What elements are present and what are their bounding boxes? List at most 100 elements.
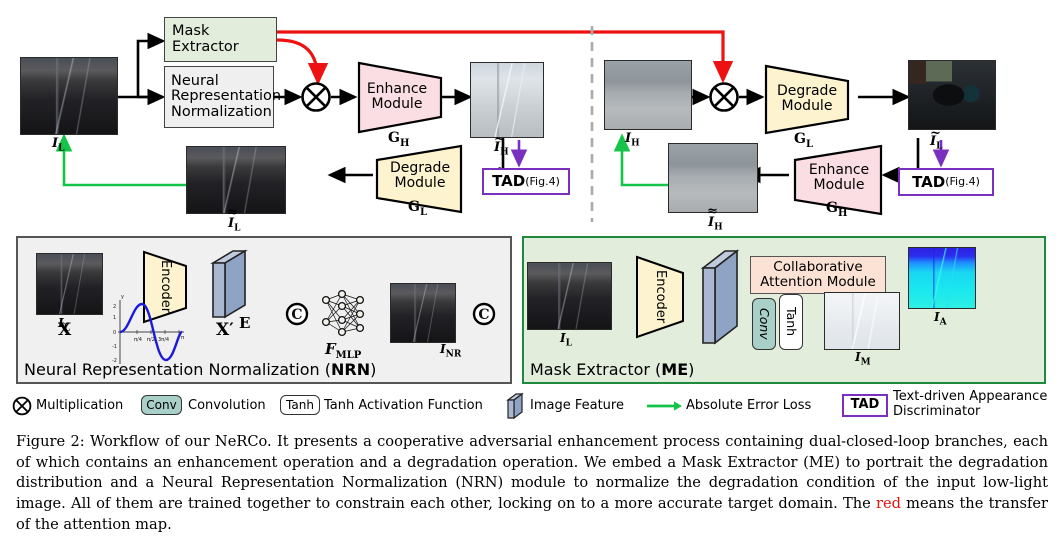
mask-extractor-line1: Mask	[172, 22, 210, 39]
label-degraded-right: IL	[930, 134, 943, 152]
nrn-mlp-network	[321, 289, 365, 337]
svg-text:0: 0	[113, 330, 116, 336]
tad-ref-right: (Fig.4)	[945, 175, 980, 189]
tad-label-right: TAD	[912, 172, 946, 191]
me-conv-block[interactable]: Conv	[752, 298, 776, 350]
legend-error-loss-label: Absolute Error Loss	[686, 398, 812, 413]
multiplication-icon-left	[301, 82, 331, 112]
me-mask-image	[824, 292, 900, 350]
label-reconstructed-low-left: IL	[228, 216, 241, 234]
nrn-feature-label: E	[239, 314, 251, 332]
svg-text:-1: -1	[112, 344, 117, 350]
nrn-output-image	[390, 283, 456, 343]
me-tanh-label: Tanh	[783, 307, 799, 337]
tad-ref-left: (Fig.4)	[525, 174, 560, 188]
me-input-image	[527, 262, 612, 330]
multiplication-icon-right	[709, 82, 739, 112]
label-input-high-right: IH	[625, 131, 640, 149]
legend-tanh-label: Tanh Activation Function	[324, 398, 483, 413]
caption-prefix: Figure 2:	[16, 433, 85, 450]
nrn-concat-icon: C	[285, 302, 309, 326]
nrn-panel-title: Neural Representation Normalization (NRN…	[24, 360, 377, 379]
legend-conv-box: Conv	[141, 395, 182, 415]
cam-line1: Collaborative	[773, 259, 863, 276]
me-feature-slab	[700, 249, 740, 345]
tad-box-left[interactable]: TAD (Fig.4)	[482, 168, 570, 195]
svg-text:π/4: π/4	[134, 337, 142, 343]
nrn-box-line1: Neural	[171, 72, 219, 89]
mask-extractor-line2: Extractor	[172, 38, 239, 55]
me-encoder-label: Encoder	[652, 270, 668, 324]
svg-text:π/2: π/2	[147, 337, 155, 343]
svg-text:π: π	[181, 335, 184, 341]
caption-red-word: red	[875, 495, 901, 513]
nrn-encoder-label: Encoder	[157, 260, 173, 314]
svg-text:2: 2	[113, 304, 116, 310]
nrn-output-label: INR	[440, 342, 462, 360]
nrn-concat-icon-2: C	[472, 302, 496, 326]
me-encoder[interactable]: Encoder	[633, 253, 687, 341]
collaborative-attention-module[interactable]: Collaborative Attention Module	[750, 256, 886, 294]
image-input-low-light-left	[20, 57, 118, 135]
me-attention-label: IA	[934, 310, 947, 328]
svg-text:y: y	[121, 294, 124, 300]
mask-extractor-box[interactable]: Mask Extractor	[164, 17, 277, 62]
svg-text:-2: -2	[112, 358, 117, 364]
svg-text:1: 1	[113, 315, 116, 321]
enhance-module-left-line2: Module	[371, 96, 423, 112]
image-enhanced-left	[470, 62, 544, 138]
enhance-module-right-line2: Module	[813, 176, 865, 193]
legend-multiplication-label: Multiplication	[36, 398, 124, 413]
enhance-module-right-line1: Enhance	[808, 161, 870, 178]
me-input-label: IL	[560, 331, 572, 349]
legend-green-arrow-icon	[647, 401, 682, 411]
degrade-module-right[interactable]: Degrade Module	[762, 63, 860, 135]
nrn-sine-plot: 2 1 0 -1 -2 y π/4 π/2 3π/4 π	[112, 294, 184, 364]
cam-line2: Attention Module	[760, 274, 876, 290]
svg-text:C: C	[291, 307, 302, 323]
label-reconstructed-high-right: IH	[708, 215, 723, 233]
degrade-module-right-line2: Module	[781, 98, 833, 114]
figure-caption: Figure 2: Workflow of our NeRCo. It pres…	[16, 432, 1048, 536]
enhance-module-left[interactable]: Enhance Module	[355, 60, 443, 134]
legend-tad-label-line1: Text-driven Appearance	[893, 389, 1048, 404]
svg-text:C: C	[478, 307, 489, 323]
me-attention-image	[908, 247, 976, 309]
legend-multiplication-icon	[12, 396, 32, 416]
image-degraded-right	[908, 60, 996, 130]
enhance-module-right-symbol: GH	[826, 200, 848, 219]
svg-text:3π/4: 3π/4	[158, 337, 169, 343]
legend-tad-label: Text-driven Appearance Discriminator	[893, 389, 1048, 419]
label-input-low-light-left: IL	[52, 136, 65, 154]
me-mask-label: IM	[855, 350, 871, 368]
legend-convolution-label: Convolution	[188, 398, 266, 413]
enhance-module-left-line1: Enhance	[366, 81, 428, 98]
label-enhanced-left: IH	[494, 140, 509, 158]
legend-tad-label-line2: Discriminator	[893, 403, 981, 419]
legend-tanh-box: Tanh	[280, 395, 320, 415]
nrn-box-line2: Representation	[171, 88, 282, 105]
me-tanh-block[interactable]: Tanh	[779, 294, 803, 350]
legend-conv-glyph: Conv	[146, 397, 177, 412]
image-input-high-right	[604, 60, 692, 130]
nrn-coord-label: X	[58, 320, 72, 340]
image-reconstructed-high-right	[668, 143, 758, 213]
tad-label-left: TAD	[492, 172, 526, 191]
tad-box-right[interactable]: TAD (Fig.4)	[898, 168, 994, 196]
degrade-module-left-symbol: GL	[408, 199, 427, 218]
nrn-input-image	[36, 253, 103, 315]
me-conv-label: Conv	[756, 308, 772, 340]
nrn-mlp-label: FMLP	[325, 340, 362, 361]
degrade-module-right-line1: Degrade	[776, 83, 838, 100]
nrn-box-line3: Normalization	[171, 103, 272, 120]
image-reconstructed-low-left	[186, 146, 286, 214]
legend-tad-box: TAD	[842, 394, 888, 417]
legend-tanh-glyph: Tanh	[286, 397, 314, 412]
nrn-feature-slab	[210, 249, 248, 319]
figure-root: IL Mask Extractor Neural Representation …	[0, 0, 1062, 553]
degrade-module-left-line1: Degrade	[389, 160, 451, 177]
nrn-coord-encoded-label: X′	[216, 320, 234, 340]
me-panel-title: Mask Extractor (ME)	[530, 360, 695, 379]
legend-image-feature-label: Image Feature	[530, 398, 624, 413]
nrn-box[interactable]: Neural Representation Normalization	[164, 66, 281, 128]
